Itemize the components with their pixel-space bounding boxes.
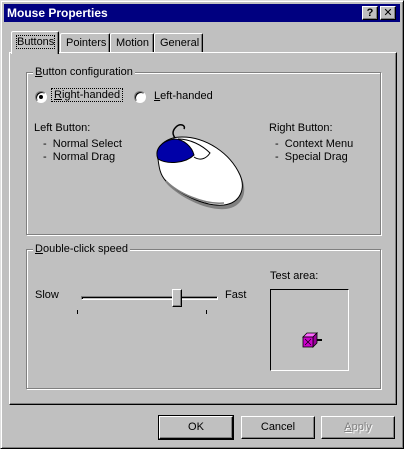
tab-buttons-label: Buttons <box>15 35 56 49</box>
slow-label: Slow <box>35 289 59 301</box>
left-handed-radio[interactable] <box>134 91 146 103</box>
window-title: Mouse Properties <box>7 6 108 20</box>
tab-motion[interactable]: Motion <box>110 33 154 53</box>
radio-selected-dot <box>39 95 43 99</box>
right-button-item-1: - Context Menu <box>275 138 354 150</box>
mouse-icon <box>156 124 245 210</box>
double-click-speed-label: Double-click speed <box>33 242 130 256</box>
ok-button[interactable]: OK <box>158 415 234 440</box>
tab-general-label: General <box>160 37 200 49</box>
tab-pointers[interactable]: Pointers <box>60 33 110 53</box>
right-button-item-2: - Special Drag <box>275 151 348 163</box>
fast-label: Fast <box>225 289 247 301</box>
left-handed-label[interactable]: Left-handed <box>154 90 213 102</box>
tab-pointers-label: Pointers <box>66 37 107 49</box>
left-button-item-2: - Normal Drag <box>43 151 116 163</box>
help-button[interactable]: ? <box>362 6 378 20</box>
button-configuration-label: Button configuration <box>33 65 135 79</box>
double-click-slider-track[interactable] <box>81 296 218 300</box>
help-icon: ? <box>366 7 374 19</box>
apply-button[interactable]: Apply <box>321 416 395 439</box>
close-icon: ✕ <box>383 7 393 19</box>
test-area[interactable] <box>270 289 349 371</box>
tab-buttons[interactable]: Buttons <box>11 31 59 54</box>
title-bar: Mouse Properties ? ✕ <box>4 4 400 22</box>
double-click-slider-thumb[interactable] <box>172 289 183 307</box>
tab-panel: Button configuration Right-handed Left-h… <box>9 52 397 405</box>
mouse-properties-window: Mouse Properties ? ✕ Buttons Pointers Mo… <box>0 0 404 449</box>
jack-in-the-box-icon <box>302 332 322 348</box>
right-button-heading: Right Button: <box>269 122 333 134</box>
close-button[interactable]: ✕ <box>380 6 396 20</box>
slider-tick-max <box>206 310 207 314</box>
tab-motion-label: Motion <box>116 37 150 49</box>
right-handed-radio[interactable] <box>35 91 47 103</box>
slider-tick-min <box>77 310 78 314</box>
right-handed-label[interactable]: Right-handed <box>50 88 124 102</box>
test-area-label: Test area: <box>270 270 319 282</box>
cancel-button[interactable]: Cancel <box>241 416 315 439</box>
left-button-item-1: - Normal Select <box>43 138 122 150</box>
left-button-heading: Left Button: <box>34 122 91 134</box>
tab-general[interactable]: General <box>154 33 203 53</box>
